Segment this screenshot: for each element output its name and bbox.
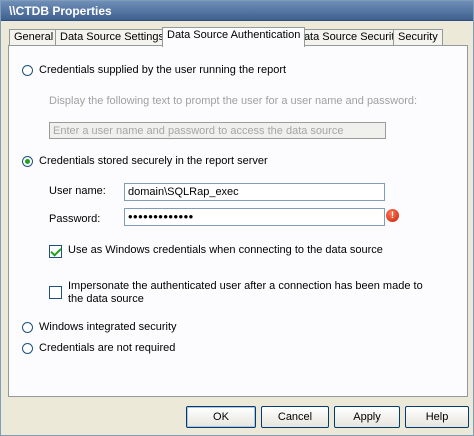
password-field[interactable]: •••••••••••••: [124, 208, 385, 226]
prompt-text-label: Display the following text to prompt the…: [49, 95, 418, 107]
error-icon: !: [386, 209, 399, 222]
not-required-label: Credentials are not required: [39, 342, 176, 354]
use-windows-credentials-checkbox[interactable]: [49, 245, 62, 258]
tab-general[interactable]: General: [9, 29, 59, 46]
windows-integrated-label: Windows integrated security: [39, 321, 177, 333]
impersonate-checkbox[interactable]: [49, 286, 62, 299]
stored-credentials-label: Credentials stored securely in the repor…: [39, 155, 268, 167]
tab-data-source-security[interactable]: Data Source Security: [291, 29, 405, 46]
apply-button[interactable]: Apply: [334, 406, 400, 428]
prompt-text-field: Enter a user name and password to access…: [49, 122, 386, 139]
stored-credentials-radio[interactable]: [22, 155, 33, 167]
option-not-required[interactable]: Credentials are not required: [22, 342, 175, 354]
option-windows-integrated[interactable]: Windows integrated security: [22, 321, 177, 333]
properties-dialog: \\CTDB Properties General Data Source Se…: [0, 0, 474, 436]
impersonate-row[interactable]: Impersonate the authenticated user after…: [49, 280, 429, 306]
use-windows-credentials-label: Use as Windows credentials when connecti…: [68, 244, 383, 256]
user-supplied-label: Credentials supplied by the user running…: [39, 64, 287, 76]
username-label: User name:: [49, 185, 106, 197]
title-bar[interactable]: \\CTDB Properties: [1, 1, 473, 21]
ok-button[interactable]: OK: [186, 406, 256, 428]
password-label: Password:: [49, 213, 101, 225]
cancel-button[interactable]: Cancel: [261, 406, 329, 428]
tab-security[interactable]: Security: [393, 29, 443, 46]
authentication-panel: Credentials supplied by the user running…: [8, 45, 468, 397]
tab-data-source-authentication[interactable]: Data Source Authentication: [162, 27, 306, 47]
tab-data-source-settings[interactable]: Data Source Settings: [55, 29, 169, 46]
window-title: \\CTDB Properties: [9, 4, 112, 18]
username-field[interactable]: domain\SQLRap_exec: [124, 183, 385, 201]
help-button[interactable]: Help: [405, 406, 469, 428]
not-required-radio[interactable]: [22, 342, 33, 354]
option-user-supplied[interactable]: Credentials supplied by the user running…: [22, 64, 286, 76]
option-stored-credentials[interactable]: Credentials stored securely in the repor…: [22, 155, 268, 167]
windows-integrated-radio[interactable]: [22, 321, 33, 333]
impersonate-label: Impersonate the authenticated user after…: [68, 280, 423, 305]
user-supplied-radio[interactable]: [22, 64, 33, 76]
use-windows-credentials-row[interactable]: Use as Windows credentials when connecti…: [49, 244, 383, 258]
